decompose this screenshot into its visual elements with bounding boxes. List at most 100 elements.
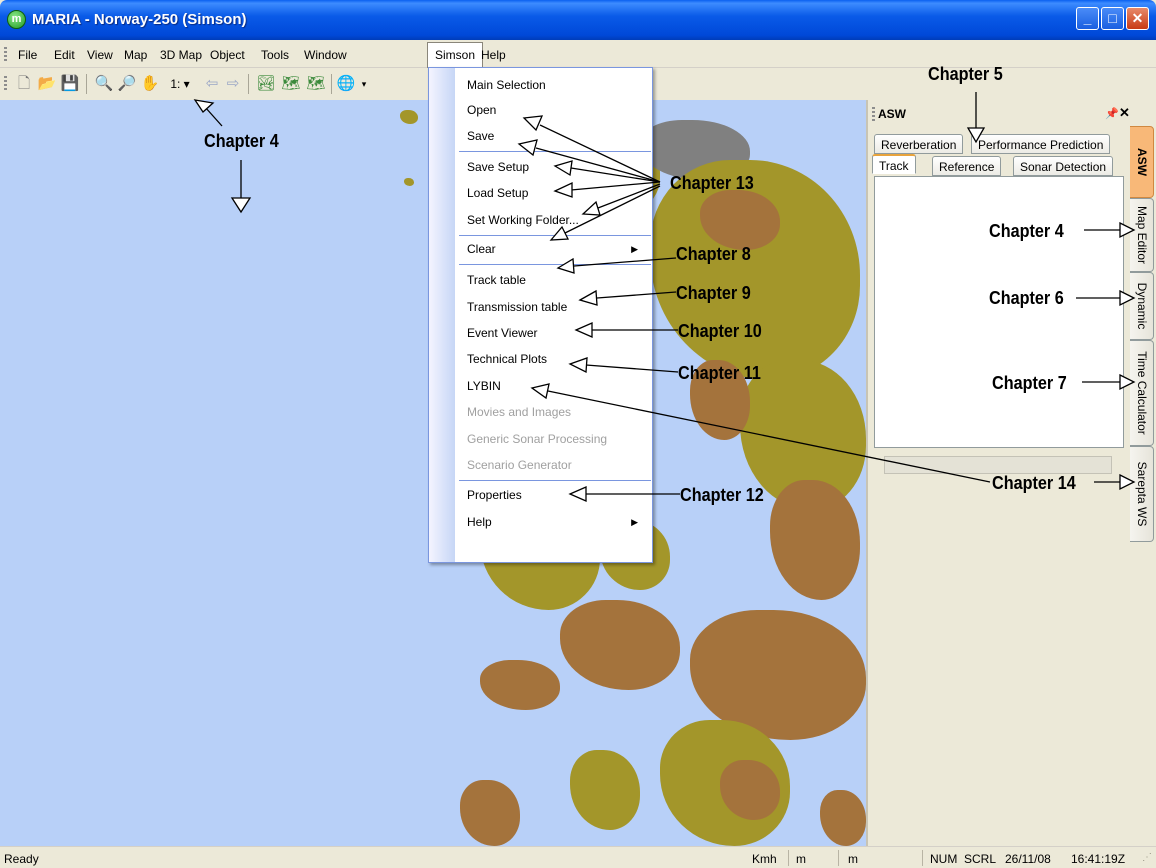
annotation-chapter-5: Chapter 5 (928, 64, 1003, 84)
side-tab-label: Dynamic (1134, 282, 1149, 330)
toolbar-separator (248, 74, 249, 94)
scale-dropdown[interactable]: 1: ▾ (165, 74, 195, 94)
status-divider (922, 850, 923, 866)
toolbar-grip[interactable] (4, 76, 7, 90)
window-title: MARIA - Norway-250 (Simson) (32, 11, 247, 28)
menu-item-main-selection[interactable]: Main Selection (467, 78, 546, 92)
menu-item-event-viewer[interactable]: Event Viewer (467, 326, 537, 340)
menu-item-lybin[interactable]: LYBIN (467, 379, 501, 393)
menu-item-help[interactable]: Help (467, 515, 492, 529)
land-area (404, 178, 414, 186)
menu-item-save-setup[interactable]: Save Setup (467, 160, 529, 174)
land-area (480, 660, 560, 710)
annotation-chapter-9: Chapter 9 (676, 283, 751, 303)
land-area (570, 750, 640, 830)
zoom-in-icon[interactable]: 🔍 (94, 74, 114, 94)
simson-menu: Main Selection Open Save Save Setup Load… (428, 67, 653, 563)
menu-item-movies-and-images: Movies and Images (467, 405, 572, 419)
panel-close-icon[interactable]: ✕ (1119, 105, 1130, 121)
tab-track[interactable]: Track (872, 154, 916, 174)
menu-simson[interactable]: Simson (427, 42, 484, 68)
forward-arrow-icon[interactable]: ⇨ (223, 74, 243, 94)
chevron-down-icon[interactable]: ▾ (354, 74, 374, 94)
map-export-icon[interactable]: 🗺 (306, 74, 326, 94)
minimize-button[interactable]: _ (1076, 7, 1099, 30)
side-tab-time-calculator[interactable]: Time Calculator (1130, 340, 1154, 446)
open-folder-icon[interactable]: 📂 (37, 74, 57, 94)
menu-item-scenario-generator: Scenario Generator (467, 458, 572, 472)
panel-header: ASW 📌 ✕ (872, 104, 1130, 124)
menu-3d-map[interactable]: 3D Map (156, 46, 206, 64)
menu-item-open[interactable]: Open (467, 103, 496, 117)
submenu-arrow-icon: ▶ (631, 244, 638, 254)
status-divider (838, 850, 839, 866)
land-area (400, 110, 418, 124)
map-image-icon[interactable]: 🏞 (256, 74, 276, 94)
annotation-chapter-8: Chapter 8 (676, 244, 751, 264)
menu-edit[interactable]: Edit (50, 46, 79, 64)
status-unit-2: m (848, 852, 858, 866)
toolbar-separator (331, 74, 332, 94)
menu-item-technical-plots[interactable]: Technical Plots (467, 352, 547, 366)
status-scrl: SCRL (964, 852, 997, 866)
new-file-icon[interactable]: 🗋 (14, 74, 34, 94)
annotation-chapter-6: Chapter 6 (989, 288, 1064, 308)
map-import-icon[interactable]: 🗺 (281, 74, 301, 94)
annotation-chapter-12: Chapter 12 (680, 485, 764, 505)
tab-reference[interactable]: Reference (932, 156, 1002, 176)
annotation-chapter-11: Chapter 11 (678, 363, 761, 383)
panel-grip[interactable] (872, 107, 875, 121)
menu-window[interactable]: Window (300, 46, 351, 64)
close-button[interactable]: ✕ (1126, 7, 1149, 30)
globe-icon[interactable]: 🌐 (336, 74, 356, 94)
menu-item-load-setup[interactable]: Load Setup (467, 186, 528, 200)
zoom-out-icon[interactable]: 🔎 (117, 74, 137, 94)
pin-icon[interactable]: 📌 (1105, 107, 1119, 120)
resize-grip-icon[interactable]: ⋰ (1142, 852, 1152, 863)
status-date: 26/11/08 (1005, 852, 1051, 866)
side-tab-sarepta-ws[interactable]: Sarepta WS (1130, 446, 1154, 542)
menu-separator (459, 264, 651, 265)
menu-item-save[interactable]: Save (467, 129, 494, 143)
annotation-chapter-14: Chapter 14 (992, 473, 1076, 493)
menu-item-transmission-table[interactable]: Transmission table (467, 300, 567, 314)
menu-help[interactable]: Help (477, 46, 510, 64)
menu-item-track-table[interactable]: Track table (467, 273, 526, 287)
side-tab-label: Sarepta WS (1134, 461, 1149, 527)
menu-tools[interactable]: Tools (257, 46, 293, 64)
tab-reverberation[interactable]: Reverberation (874, 134, 964, 154)
side-tab-label: Map Editor (1134, 205, 1149, 265)
land-area (770, 480, 860, 600)
menu-view[interactable]: View (83, 46, 117, 64)
menu-item-clear[interactable]: Clear (467, 242, 496, 256)
maximize-button[interactable]: □ (1101, 7, 1124, 30)
status-time: 16:41:19Z (1071, 852, 1126, 866)
submenu-arrow-icon: ▶ (631, 517, 638, 527)
side-tab-label: Time Calculator (1134, 351, 1149, 435)
annotation-chapter-7: Chapter 7 (992, 373, 1067, 393)
menu-item-properties[interactable]: Properties (467, 488, 522, 502)
back-arrow-icon[interactable]: ⇦ (202, 74, 222, 94)
save-disk-icon[interactable]: 💾 (60, 74, 80, 94)
title-bar: m MARIA - Norway-250 (Simson) _ □ ✕ (0, 0, 1156, 40)
side-tab-asw[interactable]: ASW (1130, 126, 1154, 198)
app-logo-icon: m (7, 10, 26, 29)
status-unit-1: m (796, 852, 806, 866)
menu-object[interactable]: Object (206, 46, 249, 64)
menu-file[interactable]: File (14, 46, 41, 64)
tab-performance-prediction[interactable]: Performance Prediction (971, 134, 1111, 154)
annotation-chapter-13: Chapter 13 (670, 173, 754, 193)
status-divider (788, 850, 789, 866)
menubar-grip[interactable] (4, 47, 7, 61)
pan-hand-icon[interactable]: ✋ (140, 74, 160, 94)
menu-separator (459, 235, 651, 236)
menu-map[interactable]: Map (120, 46, 151, 64)
side-tab-label: ASW (1134, 148, 1149, 176)
tab-sonar-detection[interactable]: Sonar Detection (1013, 156, 1114, 176)
menu-item-set-working-folder[interactable]: Set Working Folder... (467, 213, 579, 227)
menu-icon-margin (429, 68, 455, 562)
status-speed-unit: Kmh (752, 852, 777, 866)
side-tab-map-editor[interactable]: Map Editor (1130, 198, 1154, 272)
side-tab-dynamic[interactable]: Dynamic (1130, 272, 1154, 340)
land-area (820, 790, 866, 846)
